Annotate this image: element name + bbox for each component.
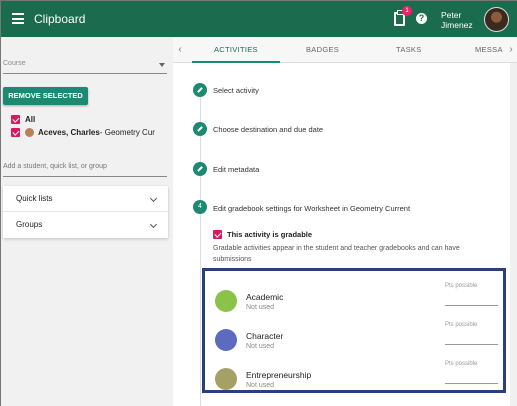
- grade-category-entrepreneurship: Entrepreneurship Not used Pts possible: [213, 361, 503, 399]
- notification-badge[interactable]: 1: [402, 6, 412, 16]
- app-header: Clipboard 1 ? Peter Jimenez: [1, 1, 517, 37]
- step-3-edit-icon[interactable]: [193, 162, 207, 176]
- student-checkbox-row[interactable]: Aceves, Charles - Geometry Cur: [11, 128, 155, 137]
- help-icon[interactable]: ?: [416, 13, 427, 24]
- step-1-edit-icon[interactable]: [193, 83, 207, 97]
- tab-badges[interactable]: BADGES: [306, 37, 339, 63]
- avatar[interactable]: [484, 7, 509, 32]
- step-4-number: 4: [193, 200, 207, 214]
- pts-possible-label: Pts possible: [445, 283, 478, 289]
- pts-possible-label: Pts possible: [445, 322, 478, 328]
- pts-possible-label: Pts possible: [445, 361, 478, 367]
- quick-lists-row[interactable]: Quick lists: [3, 186, 168, 212]
- user-last-name: Jimenez: [441, 20, 473, 30]
- add-student-input[interactable]: Add a student, quick list, or group: [3, 163, 167, 177]
- tab-messages[interactable]: MESSA: [475, 37, 503, 63]
- all-checkbox-row[interactable]: All: [11, 115, 35, 124]
- category-status: Not used: [246, 382, 275, 389]
- gradable-label: This activity is gradable: [227, 230, 313, 239]
- tab-tasks[interactable]: TASKS: [396, 37, 422, 63]
- groups-label: Groups: [16, 220, 43, 229]
- all-label: All: [25, 115, 36, 124]
- grade-categories-box: Academic Not used Pts possible Character…: [202, 268, 506, 393]
- step-2-label[interactable]: Choose destination and due date: [213, 125, 323, 134]
- pts-possible-input[interactable]: [445, 383, 498, 384]
- step-1-label[interactable]: Select activity: [213, 86, 259, 95]
- chevron-down-icon: [159, 63, 165, 67]
- app-title: Clipboard: [34, 12, 86, 26]
- student-course: - Geometry Cur: [99, 128, 155, 137]
- chevron-down-icon: [149, 220, 158, 229]
- stepper-line: [200, 97, 201, 406]
- category-name: Character: [246, 331, 284, 341]
- all-checkbox[interactable]: [11, 115, 20, 124]
- category-status: Not used: [246, 343, 275, 350]
- grade-category-character: Character Not used Pts possible: [213, 322, 503, 360]
- menu-icon[interactable]: [12, 13, 24, 24]
- student-name: Aceves, Charles: [38, 128, 100, 137]
- category-color-dot: [215, 368, 237, 390]
- step-4-label: Edit gradebook settings for Worksheet in…: [213, 204, 411, 213]
- user-name[interactable]: Peter Jimenez: [441, 10, 481, 30]
- groups-row[interactable]: Groups: [3, 212, 168, 238]
- gradable-description: Gradable activities appear in the studen…: [213, 245, 460, 263]
- grade-category-academic: Academic Not used Pts possible: [213, 283, 503, 321]
- gradable-checkbox[interactable]: [213, 230, 222, 239]
- student-avatar: [25, 128, 34, 137]
- remove-selected-button[interactable]: REMOVE SELECTED: [3, 87, 88, 105]
- student-checkbox[interactable]: [11, 128, 20, 137]
- pts-possible-input[interactable]: [445, 305, 498, 306]
- step-2-edit-icon[interactable]: [193, 122, 207, 136]
- chevron-down-icon: [149, 194, 158, 203]
- gradable-checkbox-row[interactable]: This activity is gradable: [213, 230, 312, 239]
- course-select[interactable]: Course: [3, 60, 167, 74]
- category-name: Academic: [246, 292, 284, 302]
- quick-lists-label: Quick lists: [16, 194, 53, 203]
- pts-possible-input[interactable]: [445, 344, 498, 345]
- category-status: Not used: [246, 304, 275, 311]
- chevron-right-icon[interactable]: ›: [504, 37, 517, 63]
- left-panel: Course REMOVE SELECTED All Aceves, Charl…: [1, 37, 173, 406]
- category-color-dot: [215, 290, 237, 312]
- tab-activities[interactable]: ACTIVITIES: [214, 37, 258, 63]
- chevron-left-icon[interactable]: ‹: [173, 37, 187, 63]
- category-name: Entrepreneurship: [246, 370, 312, 380]
- user-first-name: Peter: [441, 10, 462, 20]
- course-select-placeholder: Course: [3, 60, 26, 67]
- tab-bar: ‹ ACTIVITIES BADGES TASKS MESSA ›: [173, 37, 517, 63]
- lists-card: Quick lists Groups: [3, 186, 168, 238]
- main-scrollbar[interactable]: [510, 63, 517, 406]
- category-color-dot: [215, 329, 237, 351]
- step-3-label[interactable]: Edit metadata: [213, 165, 259, 174]
